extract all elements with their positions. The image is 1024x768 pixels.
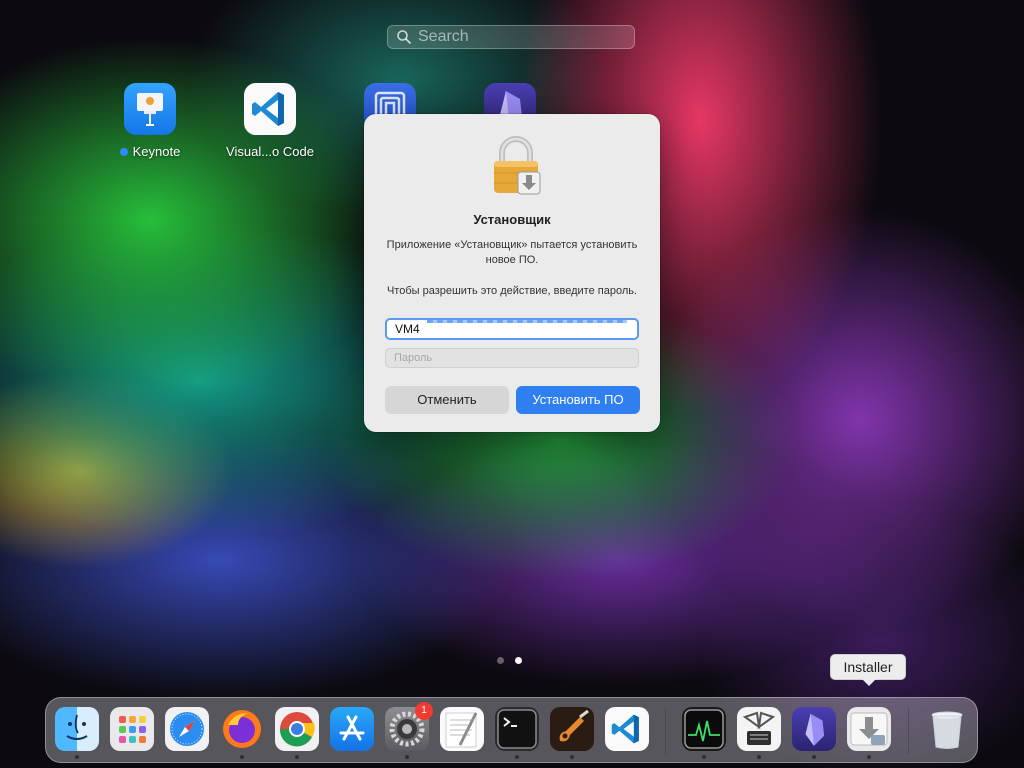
running-indicator bbox=[405, 755, 409, 759]
running-indicator bbox=[812, 755, 816, 759]
dock-separator bbox=[665, 708, 666, 754]
dock-separator bbox=[908, 708, 909, 754]
firefox-icon[interactable] bbox=[220, 707, 264, 751]
installer-auth-dialog: Установщик Приложение «Установщик» пытае… bbox=[364, 114, 660, 432]
password-placeholder: Пароль bbox=[394, 352, 433, 364]
safari-icon[interactable] bbox=[165, 707, 209, 751]
finder-icon[interactable] bbox=[55, 707, 99, 751]
page-dot-2[interactable] bbox=[515, 657, 522, 664]
password-field[interactable]: Пароль bbox=[385, 348, 639, 368]
app-label: Visual...o Code bbox=[226, 144, 314, 159]
app-label: Keynote bbox=[132, 144, 181, 159]
app-keynote[interactable]: Keynote bbox=[90, 83, 210, 159]
page-indicator bbox=[497, 651, 533, 669]
notification-badge: 1 bbox=[415, 702, 433, 720]
running-indicator bbox=[570, 755, 574, 759]
page-dot-1[interactable] bbox=[497, 657, 504, 664]
search-field[interactable]: Search bbox=[387, 25, 635, 49]
textedit-icon[interactable] bbox=[440, 707, 484, 751]
obsidian-icon[interactable] bbox=[792, 707, 836, 751]
search-icon bbox=[397, 30, 411, 44]
activity-monitor-icon[interactable] bbox=[682, 707, 726, 751]
username-field[interactable]: VM4 bbox=[385, 318, 639, 340]
launchpad-icon[interactable] bbox=[110, 707, 154, 751]
trash-icon[interactable] bbox=[925, 707, 969, 751]
username-field-focus-highlight bbox=[427, 320, 627, 323]
dialog-prompt: Чтобы разрешить это действие, введите па… bbox=[386, 285, 638, 297]
running-indicator bbox=[295, 755, 299, 759]
installer-icon[interactable] bbox=[847, 707, 891, 751]
terminal-icon[interactable] bbox=[495, 707, 539, 751]
username-value: VM4 bbox=[395, 322, 420, 336]
garageband-icon[interactable] bbox=[550, 707, 594, 751]
vscode-icon[interactable] bbox=[605, 707, 649, 751]
dock-tooltip: Installer bbox=[830, 654, 906, 686]
app-visual-studio-code[interactable]: Visual...o Code bbox=[210, 83, 330, 159]
install-software-button[interactable]: Установить ПО bbox=[516, 386, 640, 414]
running-indicator bbox=[757, 755, 761, 759]
search-placeholder: Search bbox=[418, 28, 469, 45]
dialog-title: Установщик bbox=[473, 212, 551, 227]
keynote-icon bbox=[124, 83, 176, 135]
running-indicator bbox=[75, 755, 79, 759]
running-indicator bbox=[240, 755, 244, 759]
lock-icon bbox=[494, 136, 541, 195]
app-store-icon[interactable] bbox=[330, 707, 374, 751]
vscode-icon bbox=[244, 83, 296, 135]
dock: 1 bbox=[45, 697, 978, 763]
cancel-button[interactable]: Отменить bbox=[385, 386, 509, 414]
system-information-icon[interactable] bbox=[737, 707, 781, 751]
running-indicator bbox=[702, 755, 706, 759]
running-indicator bbox=[119, 148, 128, 156]
chrome-icon[interactable] bbox=[275, 707, 319, 751]
dialog-message: Приложение «Установщик» пытается установ… bbox=[386, 239, 638, 266]
running-indicator bbox=[515, 755, 519, 759]
running-indicator bbox=[867, 755, 871, 759]
